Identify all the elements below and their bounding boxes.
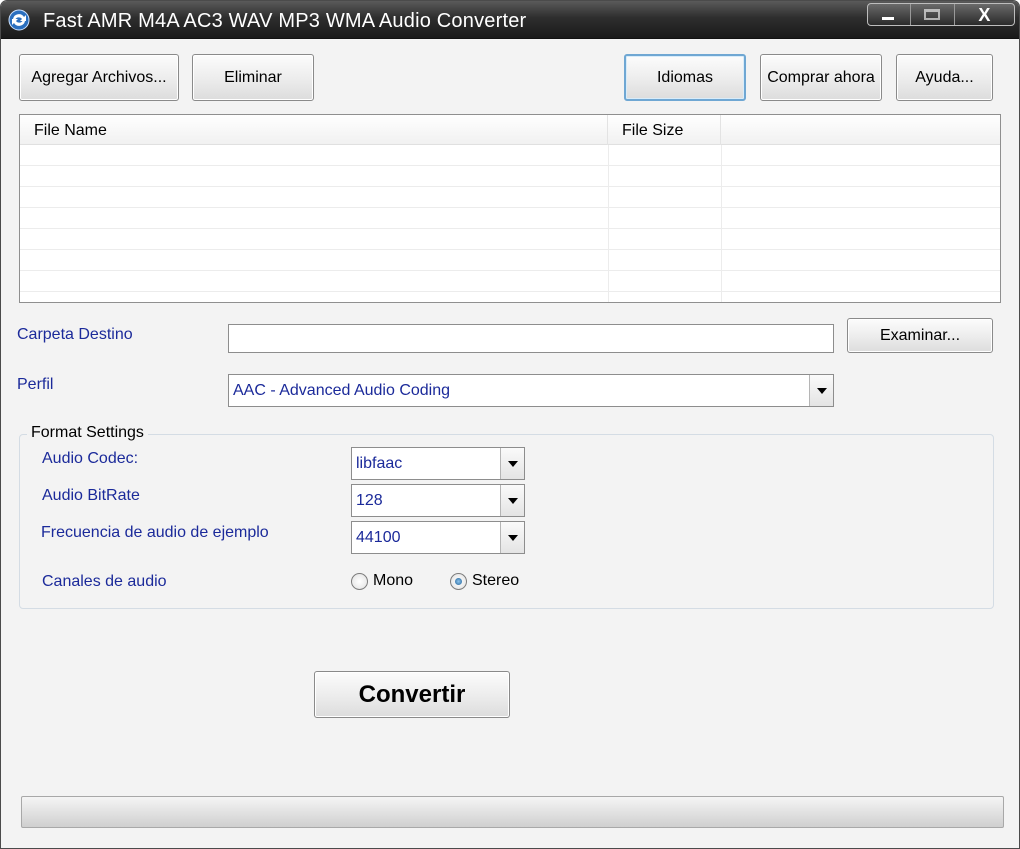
help-button[interactable]: Ayuda...: [896, 54, 993, 101]
close-icon: X: [978, 5, 991, 25]
minimize-icon: [882, 17, 894, 20]
destination-folder-input[interactable]: [228, 324, 834, 353]
sample-rate-value: 44100: [356, 528, 401, 546]
sample-rate-label: Frecuencia de audio de ejemplo: [41, 524, 269, 541]
audio-bitrate-value: 128: [356, 491, 383, 509]
list-row: [20, 229, 1000, 250]
audio-bitrate-select[interactable]: 128: [351, 484, 525, 517]
sample-rate-select[interactable]: 44100: [351, 521, 525, 554]
audio-bitrate-label: Audio BitRate: [42, 487, 140, 504]
languages-button[interactable]: Idiomas: [624, 54, 746, 101]
profile-label: Perfil: [17, 376, 54, 393]
maximize-button[interactable]: [911, 4, 955, 25]
app-icon: [8, 9, 30, 31]
browse-button[interactable]: Examinar...: [847, 318, 993, 353]
radio-mono[interactable]: Mono: [351, 572, 413, 590]
radio-stereo-circle[interactable]: [450, 572, 467, 590]
format-settings-title: Format Settings: [27, 424, 148, 442]
profile-select[interactable]: AAC - Advanced Audio Coding: [228, 374, 834, 407]
remove-button[interactable]: Eliminar: [192, 54, 314, 101]
column-divider: [608, 145, 609, 302]
audio-codec-label: Audio Codec:: [42, 450, 139, 467]
convert-button[interactable]: Convertir: [314, 671, 510, 718]
minimize-button[interactable]: [868, 4, 912, 25]
chevron-down-icon: [816, 387, 827, 394]
profile-selected-value: AAC - Advanced Audio Coding: [233, 381, 451, 399]
progress-bar: [21, 796, 1004, 828]
chevron-down-icon: [507, 534, 518, 541]
audio-channels-label: Canales de audio: [42, 573, 167, 590]
radio-stereo[interactable]: Stereo: [450, 572, 519, 590]
column-divider: [721, 145, 722, 302]
file-list-header: File Name File Size: [20, 115, 1000, 145]
add-files-button[interactable]: Agregar Archivos...: [19, 54, 179, 101]
file-list[interactable]: File Name File Size: [19, 114, 1001, 303]
audio-codec-select[interactable]: libfaac: [351, 447, 525, 480]
list-row: [20, 250, 1000, 271]
list-row: [20, 145, 1000, 166]
audio-bitrate-dropdown-button[interactable]: [500, 485, 524, 516]
list-row: [20, 208, 1000, 229]
app-window: Fast AMR M4A AC3 WAV MP3 WMA Audio Conve…: [0, 0, 1020, 849]
radio-stereo-label: Stereo: [472, 572, 520, 589]
radio-mono-circle[interactable]: [351, 572, 368, 590]
sample-rate-dropdown-button[interactable]: [500, 522, 524, 553]
radio-mono-label: Mono: [373, 572, 414, 589]
list-row: [20, 187, 1000, 208]
maximize-icon: [924, 9, 941, 20]
buy-now-button[interactable]: Comprar ahora: [760, 54, 882, 101]
column-header-file-name[interactable]: File Name: [20, 115, 608, 145]
chevron-down-icon: [507, 460, 518, 467]
chevron-down-icon: [507, 497, 518, 504]
window-controls: X: [867, 3, 1015, 26]
audio-codec-dropdown-button[interactable]: [500, 448, 524, 479]
audio-codec-value: libfaac: [356, 454, 403, 472]
title-bar[interactable]: Fast AMR M4A AC3 WAV MP3 WMA Audio Conve…: [1, 1, 1019, 39]
profile-dropdown-button[interactable]: [809, 375, 833, 406]
close-button[interactable]: X: [955, 4, 1014, 25]
list-row: [20, 271, 1000, 292]
window-title: Fast AMR M4A AC3 WAV MP3 WMA Audio Conve…: [43, 10, 527, 32]
destination-label: Carpeta Destino: [17, 326, 133, 343]
list-row: [20, 166, 1000, 187]
column-header-file-size[interactable]: File Size: [608, 115, 721, 145]
